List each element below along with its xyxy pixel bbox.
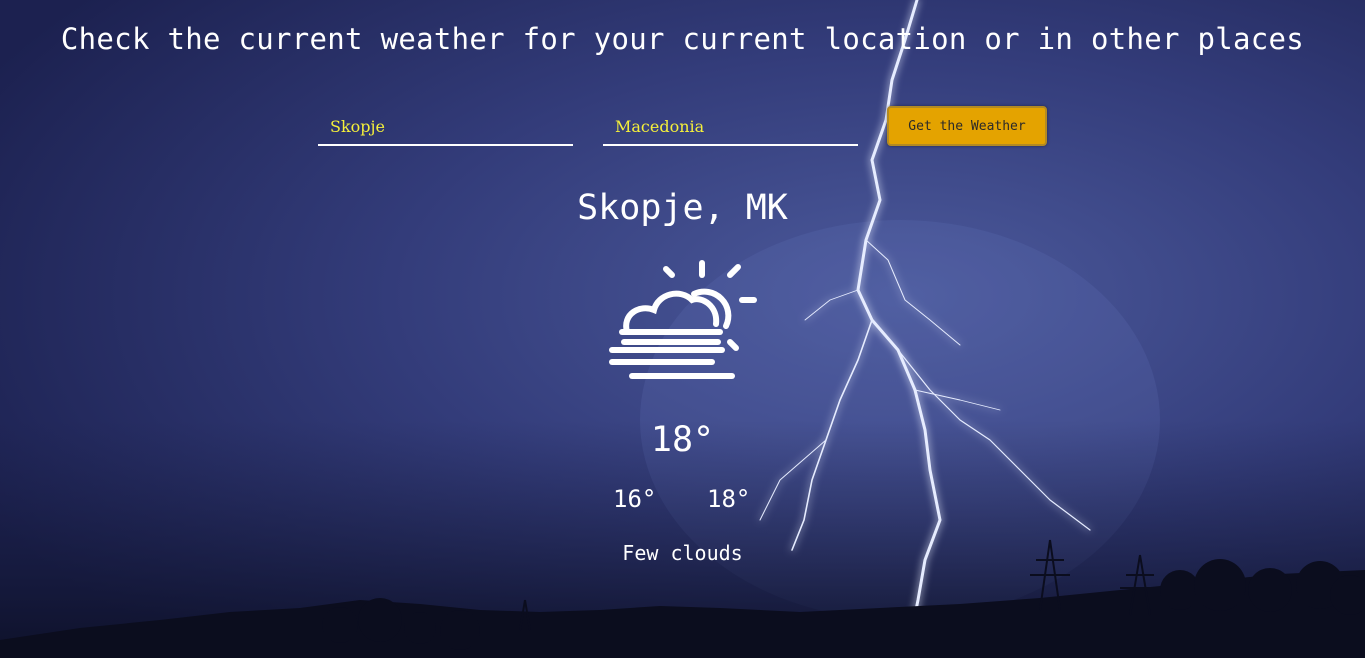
min-temperature: 16° — [613, 485, 657, 513]
location-title: Skopje, MK — [577, 188, 788, 228]
weather-description: Few clouds — [622, 541, 743, 565]
city-input[interactable] — [318, 108, 573, 146]
country-input[interactable] — [603, 108, 858, 146]
max-temperature: 18° — [707, 485, 751, 513]
page-title: Check the current weather for your curre… — [60, 22, 1305, 56]
get-weather-button[interactable]: Get the Weather — [887, 106, 1047, 146]
partly-cloudy-fog-icon — [609, 260, 757, 379]
current-temperature: 18° — [650, 420, 715, 460]
weather-app: Check the current weather for your curre… — [0, 0, 1365, 658]
